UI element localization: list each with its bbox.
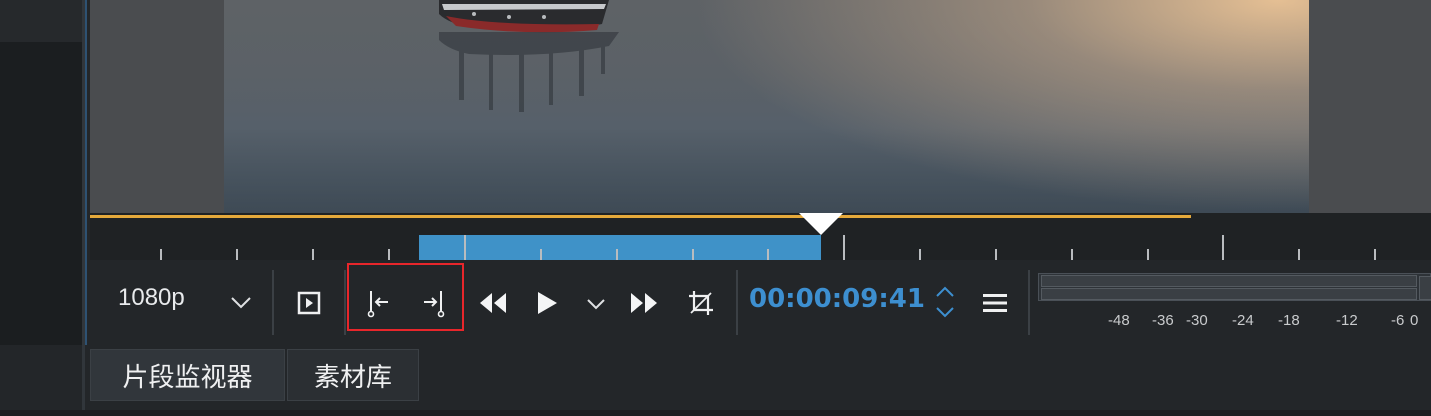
meter-scale-label: -24 [1232, 312, 1254, 329]
meter-scale-label: -12 [1336, 312, 1358, 329]
tab-project-bin[interactable]: 素材库 [287, 349, 419, 401]
dock-tab-bar: 片段监视器 素材库 [85, 345, 1431, 410]
chevron-down-icon[interactable] [584, 292, 608, 316]
ruler-tick [388, 249, 390, 260]
ruler-tick [160, 249, 162, 260]
status-strip [0, 410, 1431, 416]
crop-icon[interactable] [686, 288, 716, 318]
ruler-tick [616, 249, 618, 260]
meter-channel-left [1041, 275, 1417, 287]
monitor-toolbar: 1080p 00:00:09:41 -48 -36 -30 -24 -18 -1… [90, 260, 1431, 345]
toolbar-separator [1028, 270, 1030, 335]
meter-peak-box [1419, 276, 1431, 300]
meter-scale-label: -6 [1391, 312, 1405, 329]
play-icon[interactable] [532, 288, 562, 318]
audio-level-meter [1038, 273, 1431, 301]
left-dock-panel [0, 0, 82, 345]
sky-glow [689, 0, 1309, 213]
ruler-tick [1374, 249, 1376, 260]
left-dock-header [0, 0, 82, 42]
monitor-ruler[interactable] [90, 213, 1431, 260]
spin-up-down-icon[interactable] [932, 282, 958, 322]
ruler-tick [1071, 249, 1073, 260]
fast-forward-icon[interactable] [627, 288, 661, 318]
ruler-tick [1298, 249, 1300, 260]
left-dock-footer [0, 345, 82, 416]
ruler-tick [843, 235, 845, 260]
toolbar-separator [736, 270, 738, 335]
meter-scale-label: -36 [1152, 312, 1174, 329]
ruler-tick [312, 249, 314, 260]
ruler-tick [919, 249, 921, 260]
monitor-view[interactable] [90, 0, 1431, 213]
resolution-label[interactable]: 1080p [118, 284, 185, 312]
insert-zone-icon[interactable] [294, 288, 324, 318]
video-frame [224, 0, 1309, 213]
ruler-tick [692, 249, 694, 260]
ruler-tick [1222, 235, 1224, 260]
toolbar-separator [344, 270, 346, 335]
ruler-tick [464, 235, 466, 260]
meter-scale: -48 -36 -30 -24 -18 -12 -6 0 [1038, 312, 1431, 332]
meter-scale-label: -18 [1278, 312, 1300, 329]
zone-in-icon[interactable] [362, 288, 396, 320]
meter-scale-label: -30 [1186, 312, 1208, 329]
ship-reflection [439, 32, 619, 112]
ruler-tick [767, 249, 769, 260]
rewind-icon[interactable] [476, 288, 510, 318]
toolbar-separator [272, 270, 274, 335]
meter-channel-right [1041, 288, 1417, 300]
meter-scale-label: -48 [1108, 312, 1130, 329]
ruler-progress-line [90, 215, 1191, 218]
ruler-tick [995, 249, 997, 260]
ruler-tick [540, 249, 542, 260]
zone-out-icon[interactable] [416, 288, 450, 320]
meter-scale-label: 0 [1410, 312, 1419, 329]
ruler-zone[interactable] [419, 235, 821, 260]
chevron-down-icon[interactable] [228, 290, 254, 316]
tab-clip-monitor[interactable]: 片段监视器 [90, 349, 285, 401]
ruler-tick [236, 249, 238, 260]
hamburger-menu-icon[interactable] [980, 288, 1010, 318]
clip-monitor-window: { "monitor": { "resolution_label": "1080… [0, 0, 1431, 416]
playhead-marker[interactable] [799, 213, 843, 235]
timecode-display[interactable]: 00:00:09:41 [749, 284, 925, 314]
ruler-tick [1147, 249, 1149, 260]
